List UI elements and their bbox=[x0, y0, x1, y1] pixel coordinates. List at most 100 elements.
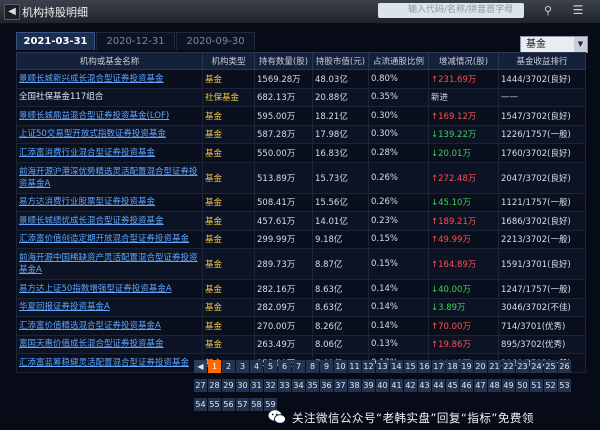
page-button[interactable]: 16 bbox=[418, 360, 431, 373]
header-change[interactable]: 增减情况(股) bbox=[428, 52, 499, 70]
page-button[interactable]: 41 bbox=[390, 379, 403, 392]
cell-fund-name[interactable]: 景顺长城绩优成长混合型证券投资基金 bbox=[16, 211, 203, 231]
page-button[interactable]: 26 bbox=[558, 360, 571, 373]
cell-fund-name[interactable]: 易方达上证50指数增强型证券投资基金A bbox=[16, 279, 203, 299]
table-row[interactable]: 富国天惠价值成长混合型证券投资基金 基金 263.49万 8.06亿 0.13% ↑19.… bbox=[16, 334, 586, 354]
cell-fund-name[interactable]: 汇添富价值创造定期开放混合型证券投资基金 bbox=[16, 229, 203, 249]
page-button[interactable]: 38 bbox=[348, 379, 361, 392]
table-row[interactable]: 汇添富价值精选混合型证券投资基金A 基金 270.00万 8.26亿 0.14% ↑70.… bbox=[16, 316, 586, 336]
page-button[interactable]: 19 bbox=[460, 360, 473, 373]
cell-fund-name[interactable]: 汇添富消费行业混合型证券投资基金 bbox=[16, 143, 203, 163]
page-button[interactable]: 7 bbox=[292, 360, 305, 373]
cell-fund-name[interactable]: 景顺长城鼎益混合型证券投资基金(LOF) bbox=[16, 106, 203, 126]
header-shares[interactable]: 持有数量(股) bbox=[254, 52, 313, 70]
table-row[interactable]: 景顺长城绩优成长混合型证券投资基金 基金 457.61万 14.01亿 0.23% ↑18… bbox=[16, 211, 586, 231]
page-button[interactable]: 8 bbox=[306, 360, 319, 373]
page-button[interactable]: 21 bbox=[488, 360, 501, 373]
page-button[interactable]: 5 bbox=[264, 360, 277, 373]
page-button[interactable]: 55 bbox=[208, 398, 221, 411]
page-button[interactable]: 13 bbox=[376, 360, 389, 373]
cell-fund-name[interactable]: 富国天惠价值成长混合型证券投资基金 bbox=[16, 334, 203, 354]
chevron-down-icon[interactable]: ▼ bbox=[574, 37, 587, 52]
cell-fund-name[interactable]: 全国社保基金117组合 bbox=[16, 87, 203, 107]
page-first-icon[interactable]: ◀ bbox=[194, 360, 207, 373]
table-row[interactable]: 华夏回报证券投资基金A 基金 282.09万 8.63亿 0.14% ↓3.89万 3046… bbox=[16, 297, 586, 317]
page-button[interactable]: 24 bbox=[530, 360, 543, 373]
page-button[interactable]: 27 bbox=[194, 379, 207, 392]
cell-fund-name[interactable]: 前海开源沪港深优势精选灵活配置混合型证券投资基金A bbox=[16, 161, 203, 194]
page-button[interactable]: 22 bbox=[502, 360, 515, 373]
header-type[interactable]: 机构类型 bbox=[202, 52, 255, 70]
page-button[interactable]: 25 bbox=[544, 360, 557, 373]
page-button[interactable]: 12 bbox=[362, 360, 375, 373]
header-value[interactable]: 持股市值(元) bbox=[312, 52, 369, 70]
page-button[interactable]: 51 bbox=[530, 379, 543, 392]
page-button[interactable]: 40 bbox=[376, 379, 389, 392]
table-row[interactable]: 易方达消费行业股票型证券投资基金 基金 508.41万 15.56亿 0.26% ↓45.… bbox=[16, 192, 586, 212]
page-button[interactable]: 4 bbox=[250, 360, 263, 373]
cell-fund-name[interactable]: 汇添富价值精选混合型证券投资基金A bbox=[16, 316, 203, 336]
table-row[interactable]: 景顺长城鼎益混合型证券投资基金(LOF) 基金 595.00万 18.21亿 0.30%… bbox=[16, 106, 586, 126]
back-arrow-icon[interactable]: ◀ bbox=[4, 4, 20, 20]
cell-fund-name[interactable]: 前海开源中国稀缺资产灵活配置混合型证券投资基金A bbox=[16, 248, 203, 280]
cell-fund-name[interactable]: 汇添富蓝筹稳健灵活配置混合型证券投资基金 bbox=[16, 353, 203, 373]
page-button[interactable]: 15 bbox=[404, 360, 417, 373]
page-button[interactable]: 48 bbox=[488, 379, 501, 392]
page-button[interactable]: 32 bbox=[264, 379, 277, 392]
header-ratio[interactable]: 占流通股比例 bbox=[368, 52, 429, 70]
page-button[interactable]: 18 bbox=[446, 360, 459, 373]
table-row[interactable]: 景顺长城新兴成长混合型证券投资基金 基金 1569.28万 48.03亿 0.80% ↑2… bbox=[16, 69, 586, 89]
table-row[interactable]: 全国社保基金117组合 社保基金 682.13万 20.88亿 0.35% 新进 —— bbox=[16, 87, 586, 107]
cell-fund-name[interactable]: 华夏回报证券投资基金A bbox=[16, 297, 203, 317]
page-button[interactable]: 34 bbox=[292, 379, 305, 392]
header-rank[interactable]: 基金收益排行 bbox=[498, 52, 586, 70]
page-button[interactable]: 53 bbox=[558, 379, 571, 392]
page-button[interactable]: 43 bbox=[418, 379, 431, 392]
cell-fund-name[interactable]: 上证50交易型开放式指数证券投资基金 bbox=[16, 124, 203, 144]
page-button[interactable]: 23 bbox=[516, 360, 529, 373]
page-button[interactable]: 39 bbox=[362, 379, 375, 392]
table-row[interactable]: 前海开源沪港深优势精选灵活配置混合型证券投资基金A 基金 513.89万 15.73亿… bbox=[16, 161, 586, 194]
page-button[interactable]: 54 bbox=[194, 398, 207, 411]
page-button[interactable]: 9 bbox=[320, 360, 333, 373]
table-row[interactable]: 易方达上证50指数增强型证券投资基金A 基金 282.16万 8.63亿 0.14% ↓4… bbox=[16, 279, 586, 299]
header-name[interactable]: 机构或基金名称 bbox=[16, 52, 203, 70]
page-button[interactable]: 35 bbox=[306, 379, 319, 392]
cell-fund-name[interactable]: 易方达消费行业股票型证券投资基金 bbox=[16, 192, 203, 212]
search-icon[interactable]: ⚲ bbox=[540, 3, 556, 18]
page-button[interactable]: 29 bbox=[222, 379, 235, 392]
search-input[interactable]: 输入代码/名称/拼音首字母 bbox=[378, 3, 524, 18]
institution-type-select[interactable]: 基金 ▼ bbox=[520, 36, 588, 53]
table-row[interactable]: 汇添富价值创造定期开放混合型证券投资基金 基金 299.99万 9.18亿 0.15% ↑… bbox=[16, 229, 586, 249]
page-button[interactable]: 57 bbox=[236, 398, 249, 411]
page-button[interactable]: 10 bbox=[334, 360, 347, 373]
page-button[interactable]: 44 bbox=[432, 379, 445, 392]
tab-2021-03-31[interactable]: 2021-03-31 bbox=[16, 32, 95, 50]
tab-2020-12-31[interactable]: 2020-12-31 bbox=[96, 32, 175, 50]
page-button[interactable]: 36 bbox=[320, 379, 333, 392]
page-button[interactable]: 50 bbox=[516, 379, 529, 392]
table-row[interactable]: 汇添富消费行业混合型证券投资基金 基金 550.00万 16.83亿 0.28% ↓20.… bbox=[16, 143, 586, 163]
page-button[interactable]: 17 bbox=[432, 360, 445, 373]
page-button[interactable]: 20 bbox=[474, 360, 487, 373]
page-button[interactable]: 31 bbox=[250, 379, 263, 392]
page-button[interactable]: 30 bbox=[236, 379, 249, 392]
tab-2020-09-30[interactable]: 2020-09-30 bbox=[176, 32, 255, 50]
page-button[interactable]: 2 bbox=[222, 360, 235, 373]
page-button[interactable]: 56 bbox=[222, 398, 235, 411]
page-button[interactable]: 3 bbox=[236, 360, 249, 373]
table-row[interactable]: 上证50交易型开放式指数证券投资基金 基金 587.28万 17.98亿 0.30% ↓1… bbox=[16, 124, 586, 144]
page-button[interactable]: 49 bbox=[502, 379, 515, 392]
page-button[interactable]: 58 bbox=[250, 398, 263, 411]
page-button[interactable]: 28 bbox=[208, 379, 221, 392]
page-button[interactable]: 45 bbox=[446, 379, 459, 392]
page-button[interactable]: 46 bbox=[460, 379, 473, 392]
page-button[interactable]: 1 bbox=[208, 360, 221, 373]
menu-icon[interactable]: ☰ bbox=[566, 3, 590, 18]
page-button[interactable]: 14 bbox=[390, 360, 403, 373]
page-button[interactable]: 33 bbox=[278, 379, 291, 392]
page-button[interactable]: 6 bbox=[278, 360, 291, 373]
cell-fund-name[interactable]: 景顺长城新兴成长混合型证券投资基金 bbox=[16, 69, 203, 89]
page-button[interactable]: 42 bbox=[404, 379, 417, 392]
page-button[interactable]: 52 bbox=[544, 379, 557, 392]
